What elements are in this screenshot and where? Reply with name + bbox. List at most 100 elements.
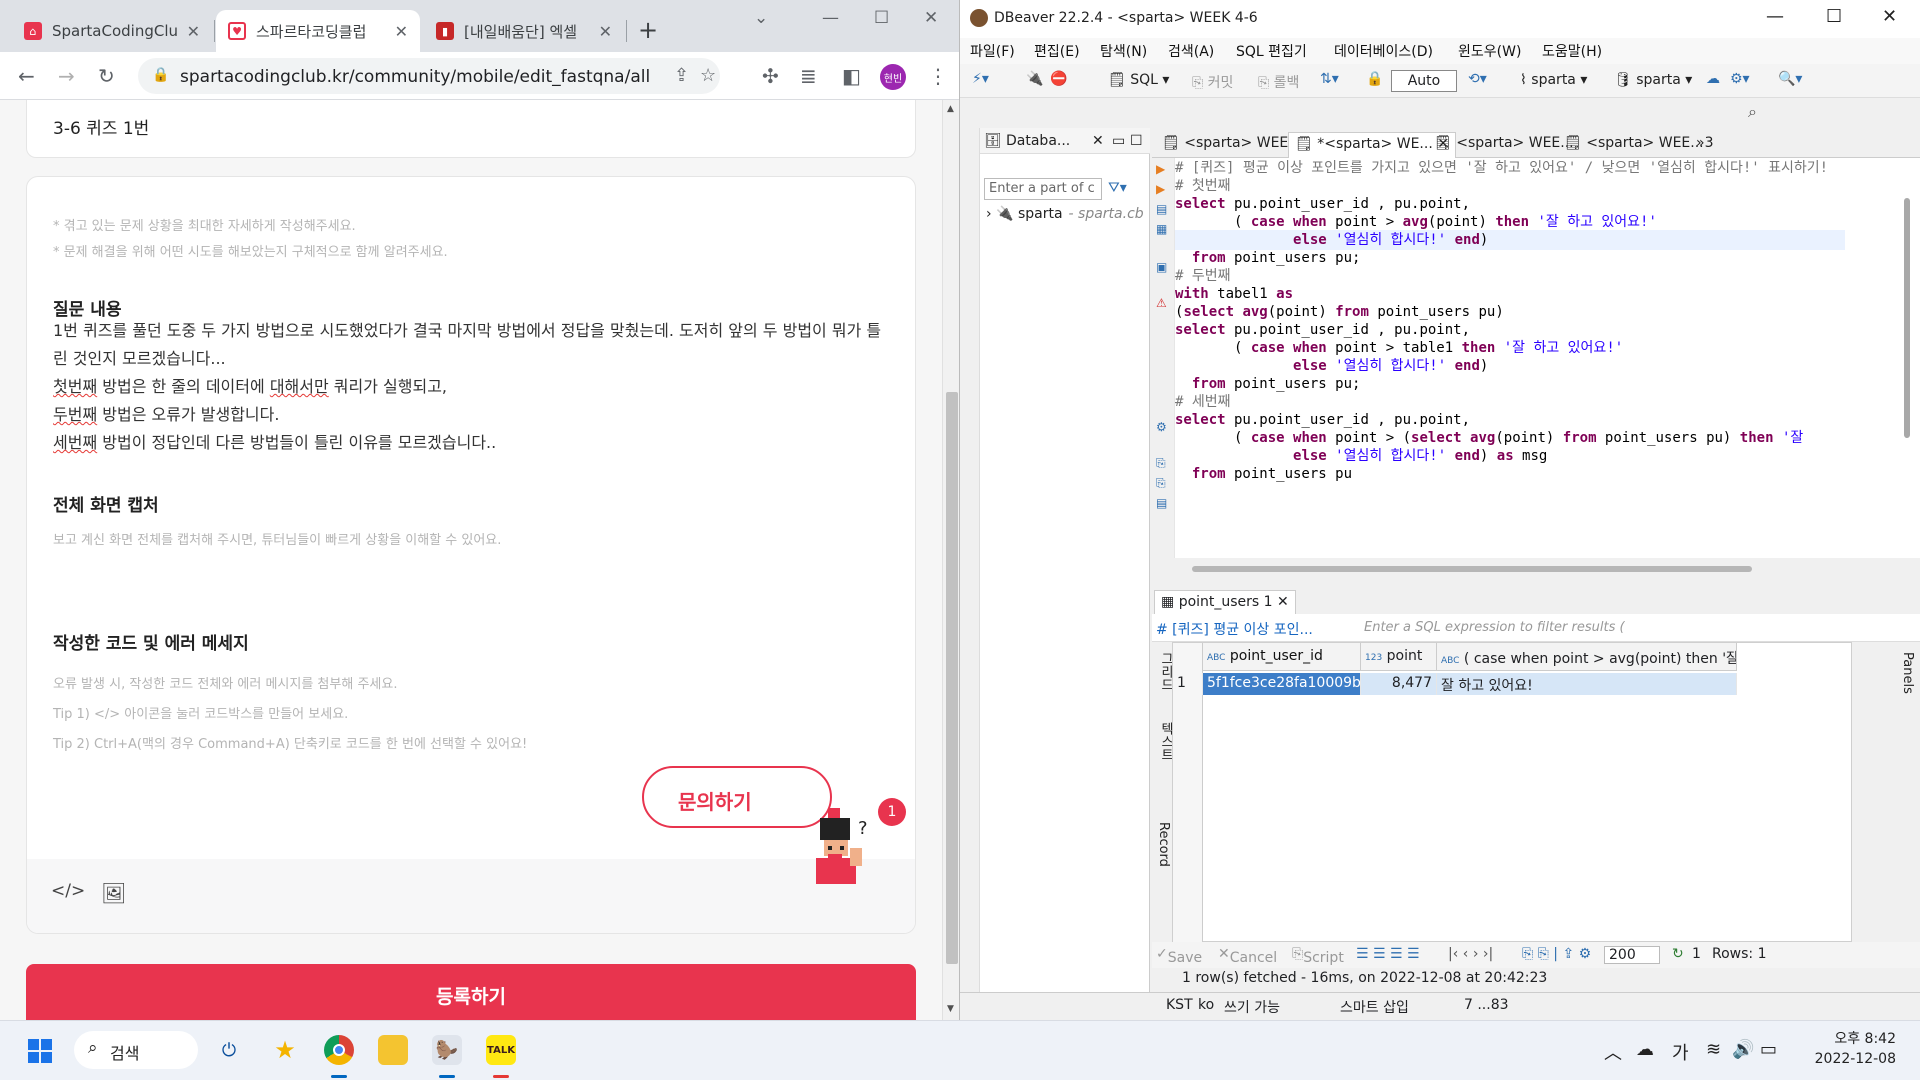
auto-commit-field[interactable]: Auto xyxy=(1391,70,1457,92)
maximize-icon[interactable]: ☐ xyxy=(1130,133,1143,149)
editor-tab[interactable]: 🗒 <sparta> WEE... xyxy=(1558,132,1710,158)
schema-icon[interactable]: ⚙▾ xyxy=(1730,71,1750,87)
execute-icon[interactable]: ▶ xyxy=(1156,162,1165,176)
lock-icon[interactable]: 🔒 xyxy=(1366,71,1383,87)
export-icons[interactable]: ⎘ ⎘ | ⇪ ⚙ xyxy=(1522,946,1591,962)
side-panel-icon[interactable]: ◧ xyxy=(842,64,861,88)
menu-edit[interactable]: 편집(E) xyxy=(1034,41,1080,61)
menu-file[interactable]: 파일(F) xyxy=(970,41,1015,61)
maximize-icon[interactable]: ☐ xyxy=(874,8,889,28)
sql-button[interactable]: 🗒 SQL ▾ xyxy=(1108,72,1169,88)
execute-statement-icon[interactable]: ▶ xyxy=(1156,182,1165,196)
editor-hscrollbar[interactable] xyxy=(1192,566,1752,572)
tab-search-icon[interactable]: ⌄ xyxy=(754,8,768,28)
transaction-mode-icon[interactable]: ⇅▾ xyxy=(1320,71,1339,87)
menu-sql-editor[interactable]: SQL 편집기 xyxy=(1236,41,1307,61)
cancel-button[interactable]: ✕ Cancel xyxy=(1218,946,1277,966)
back-icon[interactable]: ← xyxy=(18,64,35,88)
export-icon[interactable]: ⎘ xyxy=(1156,456,1166,471)
close-icon[interactable]: ✕ xyxy=(395,22,408,41)
reload-icon[interactable]: ↻ xyxy=(98,64,115,88)
row-edit-icons[interactable]: ☰ ☰ ☰ ☰ xyxy=(1356,946,1420,962)
tab-spartacodingclub[interactable]: ⌂ SpartaCodingClub ✕ xyxy=(12,10,212,52)
editor-scrollbar[interactable] xyxy=(1896,158,1920,558)
close-window-icon[interactable]: ✕ xyxy=(924,8,938,28)
more-tabs[interactable]: »3 xyxy=(1690,132,1719,158)
filter-icon[interactable]: ⛛▾ xyxy=(1108,180,1127,196)
column-header[interactable]: 123 point xyxy=(1361,643,1437,671)
bookmark-star-icon[interactable]: ☆ xyxy=(700,65,716,86)
clock[interactable]: 오후 8:42 2022-12-08 xyxy=(1810,1029,1896,1069)
tab-edit-qna[interactable]: ♥ 스파르타코딩클럽 ✕ xyxy=(216,10,420,52)
mascot-character-icon[interactable]: ? xyxy=(806,808,876,884)
close-window-icon[interactable]: ✕ xyxy=(1882,6,1897,27)
question-title-input[interactable]: 3-6 퀴즈 1번 xyxy=(53,114,149,139)
scrollbar-thumb[interactable] xyxy=(1904,198,1910,438)
star-app-icon[interactable]: ★ xyxy=(270,1035,300,1065)
maximize-icon[interactable]: ☐ xyxy=(1826,6,1842,27)
search-icon[interactable]: ⌕ xyxy=(1748,102,1757,122)
new-tab-icon[interactable]: + xyxy=(638,16,658,44)
chrome-icon[interactable] xyxy=(324,1035,354,1065)
search-icon[interactable]: 🔍▾ xyxy=(1778,71,1802,87)
tree-item-sparta[interactable]: › 🔌 sparta - sparta.cb xyxy=(986,206,1144,222)
disconnect-icon[interactable]: ⛔ xyxy=(1050,71,1067,87)
history-icon[interactable]: ⟲▾ xyxy=(1468,71,1487,87)
taskbar-search[interactable]: ⌕ 검색 xyxy=(74,1031,198,1069)
script-icon[interactable]: ▤ xyxy=(1156,202,1167,216)
editor-tab[interactable]: 🗒 <sparta> WEE... xyxy=(1156,132,1308,158)
panels-toggle[interactable]: Panels xyxy=(1900,652,1915,694)
connect-icon[interactable]: 🔌 xyxy=(1026,71,1043,87)
script-button[interactable]: ⎘ Script xyxy=(1292,946,1344,966)
active-connection-selector[interactable]: ⌇ sparta ▾ xyxy=(1520,72,1587,88)
format-icon[interactable]: ▣ xyxy=(1156,260,1167,274)
import-icon[interactable]: ⎘ xyxy=(1156,476,1166,491)
file-explorer-icon[interactable] xyxy=(378,1035,408,1065)
kebab-menu-icon[interactable]: ⋮ xyxy=(928,64,948,88)
explain-icon[interactable]: ▦ xyxy=(1156,222,1167,236)
power-icon[interactable]: ⏻ xyxy=(214,1035,244,1065)
cell-point-user-id[interactable]: 5f1fce3ce28fa10009b46244 xyxy=(1203,673,1361,695)
cell-point[interactable]: 8,477 xyxy=(1361,673,1437,695)
kakaotalk-icon[interactable]: TALK xyxy=(486,1035,516,1065)
inquiry-button[interactable]: 문의하기 xyxy=(642,766,832,828)
volume-icon[interactable]: 🔊 xyxy=(1732,1039,1754,1060)
chevron-up-icon[interactable]: ︿ xyxy=(1604,1039,1622,1065)
submit-button[interactable]: 등록하기 xyxy=(26,964,916,1020)
new-connection-icon[interactable]: ⚡▾ xyxy=(972,71,989,87)
battery-icon[interactable]: ▭ xyxy=(1760,1039,1777,1060)
commit-button[interactable]: ⎘ 커밋 xyxy=(1192,72,1233,92)
file-icon[interactable]: ▤ xyxy=(1156,496,1167,510)
wifi-icon[interactable]: ≋ xyxy=(1706,1039,1721,1060)
share-icon[interactable]: ⇪ xyxy=(674,65,689,86)
sql-editor[interactable]: # [퀴즈] 평균 이상 포인트를 가지고 있으면 '잘 하고 있어요' / 낮… xyxy=(1174,158,1896,558)
menu-navigate[interactable]: 탐색(N) xyxy=(1100,41,1147,61)
page-scrollbar[interactable]: ▲ ▼ xyxy=(942,100,959,1020)
question-body[interactable]: 1번 퀴즈를 풀던 도중 두 가지 방법으로 시도했었다가 결국 마지막 방법에… xyxy=(53,317,913,457)
menu-help[interactable]: 도움말(H) xyxy=(1542,41,1602,61)
cloud-icon[interactable]: ☁ xyxy=(1636,1039,1654,1060)
navigator-title[interactable]: Databa... xyxy=(1006,133,1070,149)
url-field[interactable]: 🔒 spartacodingclub.kr/community/mobile/e… xyxy=(138,58,720,94)
column-header[interactable]: ABC point_user_id xyxy=(1203,643,1361,671)
close-icon[interactable]: ✕ xyxy=(1092,133,1104,149)
tab-excel-course[interactable]: ▮ [내일배움단] 엑셀 ✕ xyxy=(424,10,624,52)
close-icon[interactable]: ✕ xyxy=(599,22,612,41)
menu-database[interactable]: 데이터베이스(D) xyxy=(1334,41,1433,61)
close-icon[interactable]: ✕ xyxy=(187,22,200,41)
menu-search[interactable]: 검색(A) xyxy=(1168,41,1214,61)
extensions-icon[interactable]: ✣ xyxy=(762,64,779,88)
code-block-icon[interactable]: </> xyxy=(51,881,85,901)
refresh-icon[interactable]: ↻ xyxy=(1672,946,1684,962)
minimize-icon[interactable]: — xyxy=(1766,6,1784,27)
minimize-icon[interactable]: ▭ xyxy=(1112,133,1125,149)
navigator-filter-input[interactable]: Enter a part of c xyxy=(984,178,1102,200)
save-button[interactable]: ✓ Save xyxy=(1156,946,1202,966)
fetch-size-field[interactable]: 200 xyxy=(1604,946,1660,964)
record-view-tab[interactable]: Record xyxy=(1156,822,1171,867)
column-header[interactable]: ABC ( case when point > avg(point) then … xyxy=(1437,643,1737,671)
editor-tab[interactable]: 🗒 <sparta> WEE... xyxy=(1428,132,1580,158)
profile-avatar[interactable]: 현빈 xyxy=(880,64,906,90)
row-number[interactable]: 1 xyxy=(1173,673,1203,695)
forward-icon[interactable]: → xyxy=(58,64,75,88)
